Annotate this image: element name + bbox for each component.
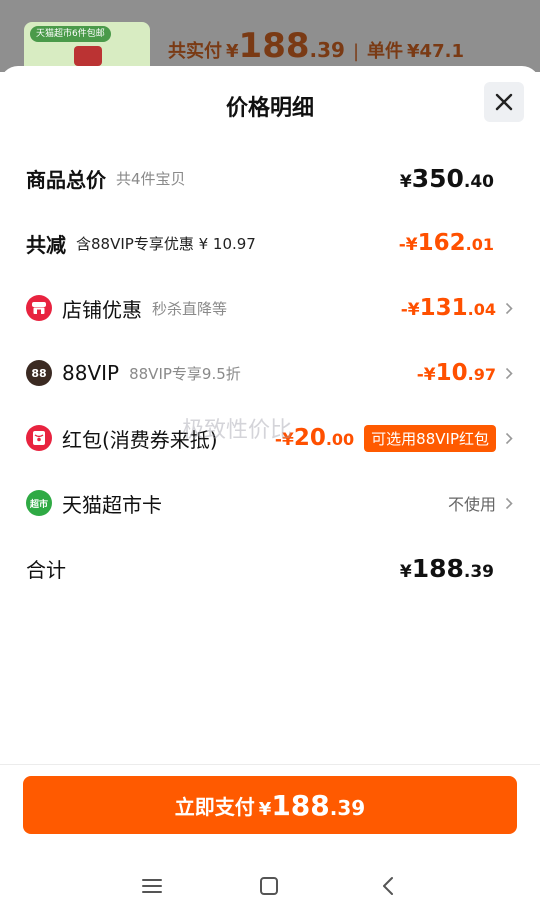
- goods-total-dec: .40: [463, 171, 494, 192]
- chevron-right-icon: [502, 301, 516, 315]
- red-packet-label: 红包(消费券来抵): [62, 427, 218, 452]
- system-nav-bar: [0, 852, 540, 919]
- store-discount-amount: -¥ 131 .04: [401, 295, 496, 321]
- sum-label: 合计: [26, 557, 66, 582]
- store-discount-row[interactable]: 店铺优惠 秒杀直降等 -¥ 131 .04: [26, 288, 516, 328]
- product-thumbnail: 天猫超市6件包邮: [24, 22, 150, 72]
- goods-total-row: 商品总价 共4件宝贝 ¥ 350 .40: [26, 158, 516, 198]
- total-discount-row: 共减 含88VIP专享优惠 ¥ 10.97 -¥ 162 .01: [26, 223, 516, 263]
- card-icon-text: 超市: [29, 499, 48, 510]
- pay-now-button[interactable]: 立即支付 ¥ 188 .39: [23, 776, 517, 834]
- pay-currency: ¥: [258, 798, 272, 820]
- total-paid-label: 共实付: [168, 41, 222, 62]
- store-icon: [26, 295, 52, 321]
- red-packet-icon: [26, 425, 52, 451]
- goods-total-currency: ¥: [399, 171, 412, 192]
- price-detail-sheet: 价格明细 商品总价 共4件宝贝 ¥ 350 .40 共减 含88VIP专享优惠 …: [0, 66, 540, 919]
- home-icon[interactable]: [253, 870, 285, 902]
- goods-total-label: 商品总价: [26, 167, 106, 192]
- red-packet-dec: .00: [325, 430, 355, 449]
- store-discount-note: 秒杀直降等: [152, 299, 228, 318]
- unit-price-value: ¥47.1: [407, 41, 464, 62]
- background-page: 天猫超市6件包邮 共实付 ¥ 188 .39 | 单件 ¥47.1: [0, 0, 540, 72]
- pay-int: 188: [271, 788, 330, 822]
- vip-note: 88VIP专享9.5折: [129, 364, 241, 383]
- goods-total-int: 350: [411, 163, 464, 193]
- store-discount-currency: -¥: [400, 300, 420, 320]
- total-discount-label: 共减: [26, 232, 66, 257]
- menu-icon[interactable]: [136, 870, 168, 902]
- store-discount-int: 131: [419, 295, 468, 321]
- store-discount-dec: .04: [467, 300, 496, 319]
- supermarket-card-row[interactable]: 超市 天猫超市卡 不使用: [26, 483, 516, 523]
- back-icon[interactable]: [372, 870, 404, 902]
- vip-row[interactable]: 88 88VIP 88VIP专享9.5折 -¥ 10 .97: [26, 353, 516, 393]
- supermarket-card-value: 不使用: [447, 495, 496, 514]
- total-discount-int: 162: [417, 230, 466, 256]
- vip-label: 88VIP: [62, 361, 120, 385]
- total-discount-dec: .01: [465, 235, 494, 254]
- sum-currency: ¥: [399, 561, 412, 582]
- red-packet-amount: -¥ 20 .00: [275, 425, 354, 451]
- total-paid-int: 188: [238, 26, 310, 66]
- vip-discount-note: 含88VIP专享优惠 ¥ 10.97: [76, 234, 256, 253]
- total-discount-currency: -¥: [398, 235, 418, 255]
- goods-total-amount: ¥ 350 .40: [400, 164, 494, 193]
- pay-now-amount: ¥ 188 .39: [255, 789, 365, 822]
- supermarket-card-label: 天猫超市卡: [62, 492, 162, 517]
- sum-amount: ¥ 188 .39: [400, 554, 494, 583]
- 88vip-icon: 88: [26, 360, 52, 386]
- red-packet-int: 20: [293, 425, 326, 451]
- background-price-summary: 共实付 ¥ 188 .39 | 单件 ¥47.1: [168, 26, 464, 66]
- vip-int: 10: [435, 360, 468, 386]
- footer-divider: [0, 764, 540, 765]
- close-button[interactable]: [484, 82, 524, 122]
- sum-dec: .39: [463, 561, 494, 582]
- chevron-right-icon: [502, 366, 516, 380]
- supermarket-card-icon: 超市: [26, 490, 52, 516]
- chevron-right-icon: [502, 431, 516, 445]
- pay-now-label: 立即支付: [174, 794, 255, 819]
- red-packet-currency: -¥: [274, 430, 294, 450]
- product-box-image: [74, 46, 102, 66]
- vip-currency: -¥: [416, 365, 436, 385]
- sum-int: 188: [411, 553, 464, 583]
- vip-icon-text: 88: [31, 366, 47, 380]
- chevron-right-icon: [502, 496, 516, 510]
- vip-dec: .97: [467, 365, 496, 384]
- pay-dec: .39: [329, 795, 366, 820]
- thumbnail-banner: 天猫超市6件包邮: [30, 26, 111, 42]
- goods-count: 共4件宝贝: [116, 169, 186, 188]
- store-discount-label: 店铺优惠: [62, 297, 142, 322]
- total-discount-amount: -¥ 162 .01: [399, 230, 494, 256]
- sheet-title: 价格明细: [225, 96, 314, 121]
- total-paid-currency: ¥: [226, 41, 239, 62]
- sum-row: 合计 ¥ 188 .39: [26, 548, 516, 588]
- red-packet-row[interactable]: 红包(消费券来抵) -¥ 20 .00 可选用88VIP红包: [26, 418, 516, 458]
- close-icon: [495, 93, 513, 111]
- total-paid-dec: .39: [309, 38, 345, 62]
- vip-red-packet-tag[interactable]: 可选用88VIP红包: [364, 424, 496, 452]
- price-separator: |: [352, 41, 360, 62]
- unit-price-label: 单件: [367, 41, 404, 62]
- vip-amount: -¥ 10 .97: [417, 360, 496, 386]
